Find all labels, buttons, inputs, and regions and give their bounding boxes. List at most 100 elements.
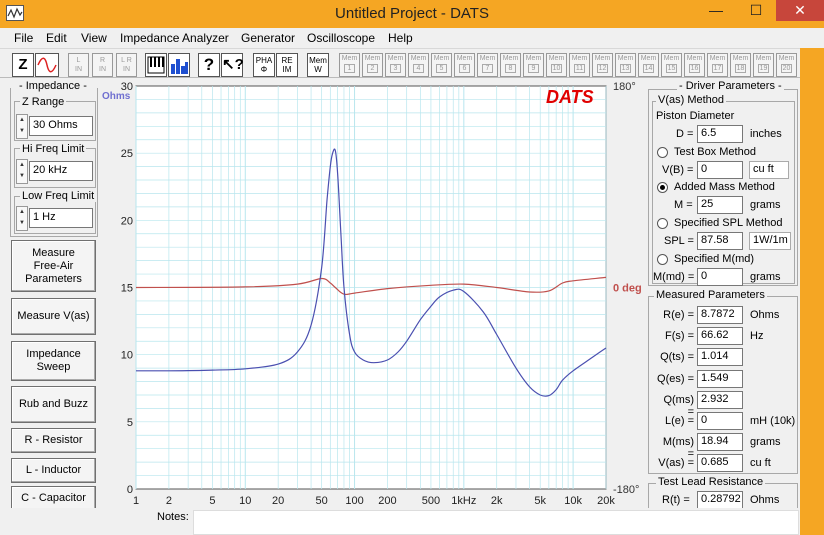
menu-oscilloscope[interactable]: Oscilloscope <box>307 31 375 45</box>
minimize-button[interactable]: — <box>696 0 736 21</box>
measured-param-label: L(e) = <box>664 415 694 427</box>
test-lead-field[interactable]: 0.28792 <box>697 491 743 509</box>
measured-param-value[interactable]: 1.014 <box>697 348 743 367</box>
impedance-mode-button[interactable]: Z <box>12 53 34 77</box>
x-tick-label: 2k <box>491 495 503 507</box>
test-box-radio[interactable] <box>657 147 668 158</box>
hi-freq-field[interactable]: 20 kHz <box>29 161 93 181</box>
memory-slot-button[interactable]: Mem 14 <box>638 53 659 77</box>
memory-slot-button[interactable]: Mem 15 <box>661 53 682 77</box>
memory-slot-number: 12 <box>597 64 608 73</box>
added-mass-radio[interactable] <box>657 182 668 193</box>
left-input-button[interactable]: L IN <box>68 53 89 77</box>
memory-slot-button[interactable]: Mem 19 <box>753 53 774 77</box>
measured-param-value[interactable]: 1.549 <box>697 369 743 388</box>
re-im-button[interactable]: RE IM <box>276 53 298 77</box>
maximize-button[interactable]: ☐ <box>736 0 776 21</box>
memory-slot-label: Mem <box>778 55 795 62</box>
low-freq-spinner[interactable]: ▲ ▼ <box>16 206 28 231</box>
measured-param-value[interactable]: 0 <box>697 412 743 430</box>
memory-slot-button[interactable]: Mem 18 <box>730 53 751 77</box>
mmd-method-radio[interactable] <box>657 254 668 265</box>
impedance-sweep-button[interactable]: Impedance Sweep <box>11 341 96 381</box>
low-freq-field[interactable]: 1 Hz <box>29 208 93 228</box>
x-tick-label: 100 <box>345 495 363 507</box>
measure-free-air-line2: Free-Air <box>33 259 74 272</box>
vb-field[interactable]: 0 <box>697 161 743 179</box>
measured-param-label: V(as) = <box>658 457 694 470</box>
menu-impedance-analyzer[interactable]: Impedance Analyzer <box>120 31 229 45</box>
m-label: M = <box>674 199 693 211</box>
menu-edit[interactable]: Edit <box>46 31 67 45</box>
memory-slot-button[interactable]: Mem 4 <box>408 53 429 77</box>
memory-slot-button[interactable]: Mem 17 <box>707 53 728 77</box>
phase-button[interactable]: PHA Φ <box>253 53 275 77</box>
question-icon: ? <box>203 55 215 74</box>
generator-mode-button[interactable] <box>35 53 59 77</box>
test-lead-unit: Ohms <box>750 494 780 506</box>
menu-generator[interactable]: Generator <box>241 31 295 45</box>
spl-field[interactable]: 87.58 <box>697 232 743 250</box>
re-label: RE <box>281 56 293 65</box>
notes-field[interactable] <box>193 510 799 535</box>
resistor-button[interactable]: R - Resistor <box>11 428 96 453</box>
x-tick-label: 1kHz <box>451 495 476 507</box>
d-label: D = <box>676 128 694 140</box>
memory-slot-button[interactable]: Mem 10 <box>546 53 567 77</box>
measure-vas-button[interactable]: Measure V(as) <box>11 298 96 335</box>
menu-file[interactable]: File <box>14 31 33 45</box>
help-button[interactable]: ? <box>198 53 220 77</box>
memory-slot-label: Mem <box>571 55 588 62</box>
spl-method-radio[interactable] <box>657 218 668 229</box>
measured-param-value[interactable]: 66.62 <box>697 327 743 346</box>
impedance-sweep-line2: Sweep <box>36 361 71 373</box>
measured-param-value[interactable]: 18.94 <box>697 433 743 452</box>
memory-slot-button[interactable]: Mem 11 <box>569 53 590 77</box>
z-range-field[interactable]: 30 Ohms <box>29 116 93 136</box>
memory-slot-button[interactable]: Mem 16 <box>684 53 705 77</box>
memory-slot-number: 10 <box>551 64 562 73</box>
rub-and-buzz-button[interactable]: Rub and Buzz <box>11 386 96 423</box>
memory-slot-button[interactable]: Mem 12 <box>592 53 613 77</box>
measured-param-label: F(s) = <box>664 330 694 343</box>
right-input-button[interactable]: R IN <box>92 53 113 77</box>
right-input-label: R <box>99 57 106 64</box>
z-range-spinner[interactable]: ▲ ▼ <box>16 114 28 139</box>
memory-slot-label: Mem <box>410 55 427 62</box>
memory-slot-button[interactable]: Mem 9 <box>523 53 544 77</box>
spectrum-button[interactable] <box>168 53 190 77</box>
piano-keys-button[interactable] <box>145 53 167 77</box>
memory-slot-button[interactable]: Mem 3 <box>385 53 406 77</box>
x-tick-label: 200 <box>378 495 396 507</box>
added-mass-field[interactable]: 25 <box>697 196 743 214</box>
memory-slot-button[interactable]: Mem 1 <box>339 53 360 77</box>
mmd-label: M(md) = <box>653 271 695 283</box>
inductor-button[interactable]: L - Inductor <box>11 458 96 483</box>
close-button[interactable]: ✕ <box>776 0 824 21</box>
measured-param-value[interactable]: 2.932 <box>697 390 743 409</box>
ohms-axis-label: Ohms <box>102 91 131 102</box>
menu-help[interactable]: Help <box>388 31 413 45</box>
memory-slot-button[interactable]: Mem 6 <box>454 53 475 77</box>
stereo-input-button[interactable]: L R IN <box>116 53 137 77</box>
diameter-field[interactable]: 6.5 <box>697 125 743 143</box>
memory-slot-button[interactable]: Mem 2 <box>362 53 383 77</box>
memory-slot-button[interactable]: Mem 20 <box>776 53 797 77</box>
hi-freq-spinner[interactable]: ▲ ▼ <box>16 159 28 184</box>
measure-free-air-button[interactable]: Measure Free-Air Parameters <box>11 240 96 292</box>
memory-write-button[interactable]: Mem W <box>307 53 329 77</box>
context-help-button[interactable]: ↖? <box>221 53 244 77</box>
mem-write-label: Mem <box>309 56 327 65</box>
measured-param-value[interactable]: 0.685 <box>697 454 743 473</box>
memory-slot-button[interactable]: Mem 5 <box>431 53 452 77</box>
mmd-field[interactable]: 0 <box>697 268 743 286</box>
menu-view[interactable]: View <box>81 31 107 45</box>
diameter-unit: inches <box>750 128 782 140</box>
memory-slot-number: 2 <box>367 64 378 73</box>
memory-slot-button[interactable]: Mem 13 <box>615 53 636 77</box>
memory-slot-label: Mem <box>341 55 358 62</box>
memory-slot-button[interactable]: Mem 8 <box>500 53 521 77</box>
memory-slot-button[interactable]: Mem 7 <box>477 53 498 77</box>
memory-slot-number: 9 <box>528 64 539 73</box>
measured-param-value[interactable]: 8.7872 <box>697 306 743 324</box>
